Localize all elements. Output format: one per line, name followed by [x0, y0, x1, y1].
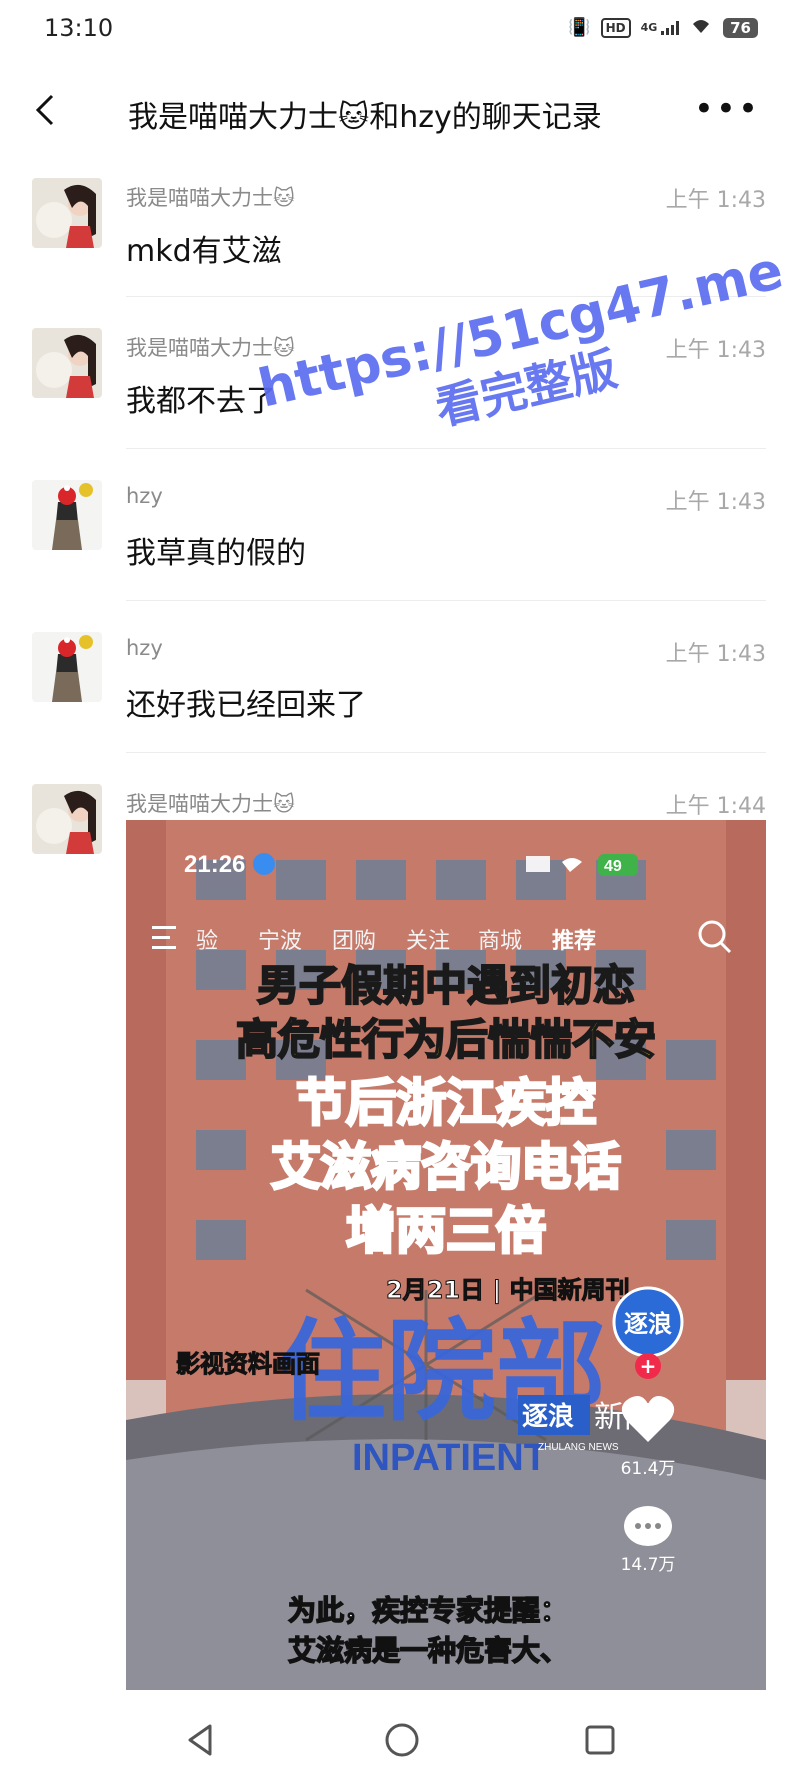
vibrate-icon: 📳	[568, 17, 591, 38]
nav-back-icon[interactable]	[180, 1720, 220, 1760]
divider	[126, 600, 766, 601]
video-tab[interactable]: 验	[196, 929, 218, 954]
nav-home-icon[interactable]	[382, 1720, 422, 1760]
brand-logo-sub: ZHULANG NEWS	[538, 1442, 619, 1453]
avatar[interactable]	[32, 328, 102, 398]
subtitle-2: 艾滋病是一种危害大、	[288, 1634, 568, 1667]
message-text: mkd有艾滋	[126, 234, 282, 269]
brand-logo-a: 逐浪	[522, 1401, 574, 1432]
video-tab[interactable]: 团购	[332, 929, 376, 954]
chat-message: 我是喵喵大力士🐱 上午 1:44	[0, 776, 800, 854]
avatar[interactable]	[32, 178, 102, 248]
status-icons: 📳 HD 4G 76	[568, 16, 758, 39]
avatar[interactable]	[32, 784, 102, 854]
subtitle-1: 为此，疾控专家提醒：	[288, 1594, 568, 1627]
building-sign-en: INPATIENT	[352, 1437, 547, 1479]
status-bar: 13:10 📳 HD 4G 76	[0, 0, 800, 64]
sender-name: 我是喵喵大力士🐱	[126, 186, 295, 210]
chat-message: hzy 上午 1:43 还好我已经回来了	[0, 624, 800, 764]
message-text: 还好我已经回来了	[126, 688, 366, 723]
sender-name: hzy	[126, 636, 163, 660]
divider	[126, 752, 766, 753]
more-options-icon[interactable]: •••	[694, 92, 760, 126]
headline-red-2: 艾滋病咨询电话	[271, 1138, 621, 1196]
headline-red-3: 增两三倍	[346, 1202, 546, 1260]
hd-icon: HD	[600, 17, 631, 38]
creator-avatar-text: 逐浪	[624, 1310, 672, 1338]
sender-name: hzy	[126, 484, 163, 508]
message-text: 我都不去了	[126, 384, 276, 419]
signal-icon: 4G	[641, 20, 680, 35]
chat-header: 我是喵喵大力士🐱和hzy的聊天记录 •••	[0, 72, 800, 152]
avatar[interactable]	[32, 632, 102, 702]
footage-note: 影视资料画面	[176, 1350, 320, 1378]
svg-text:+: +	[640, 1354, 657, 1378]
video-tab[interactable]: 宁波	[258, 929, 302, 954]
system-nav-bar	[0, 1700, 800, 1784]
date-source: 2月21日 | 中国新周刊	[386, 1276, 630, 1304]
inner-signal-icon	[526, 856, 550, 872]
status-time: 13:10	[44, 14, 114, 42]
video-tab[interactable]: 商城	[478, 929, 522, 954]
video-tab[interactable]: 关注	[406, 929, 450, 954]
back-arrow-icon[interactable]	[26, 90, 66, 130]
inner-time: 21:26	[184, 851, 245, 878]
message-time: 上午 1:43	[665, 490, 766, 515]
avatar[interactable]	[32, 480, 102, 550]
page-title: 我是喵喵大力士🐱和hzy的聊天记录	[128, 100, 602, 135]
headline-yellow-1: 男子假期中遇到初恋	[257, 961, 635, 1010]
like-count: 61.4万	[621, 1459, 676, 1479]
message-time: 上午 1:43	[665, 642, 766, 667]
battery-icon: 76	[723, 17, 758, 38]
comment-count: 14.7万	[621, 1555, 676, 1575]
nav-recents-icon[interactable]	[580, 1720, 620, 1760]
message-time: 上午 1:43	[665, 188, 766, 213]
wifi-icon	[689, 16, 713, 39]
video-tab-active[interactable]: 推荐	[552, 928, 596, 954]
headline-red-1: 节后浙江疾控	[296, 1074, 596, 1132]
sender-name: 我是喵喵大力士🐱	[126, 792, 295, 816]
location-icon	[253, 853, 275, 875]
message-text: 我草真的假的	[126, 536, 306, 571]
inner-battery-text: 49	[604, 858, 622, 875]
message-time: 上午 1:44	[665, 794, 766, 819]
video-screenshot[interactable]: 21:26 49 验 宁波 团购 关注 商城 推荐 男子假期中遇到初恋 高危性行…	[126, 820, 766, 1690]
headline-yellow-2: 高危性行为后惴惴不安	[236, 1015, 656, 1064]
video-frame: 21:26 49 验 宁波 团购 关注 商城 推荐 男子假期中遇到初恋 高危性行…	[126, 820, 766, 1690]
